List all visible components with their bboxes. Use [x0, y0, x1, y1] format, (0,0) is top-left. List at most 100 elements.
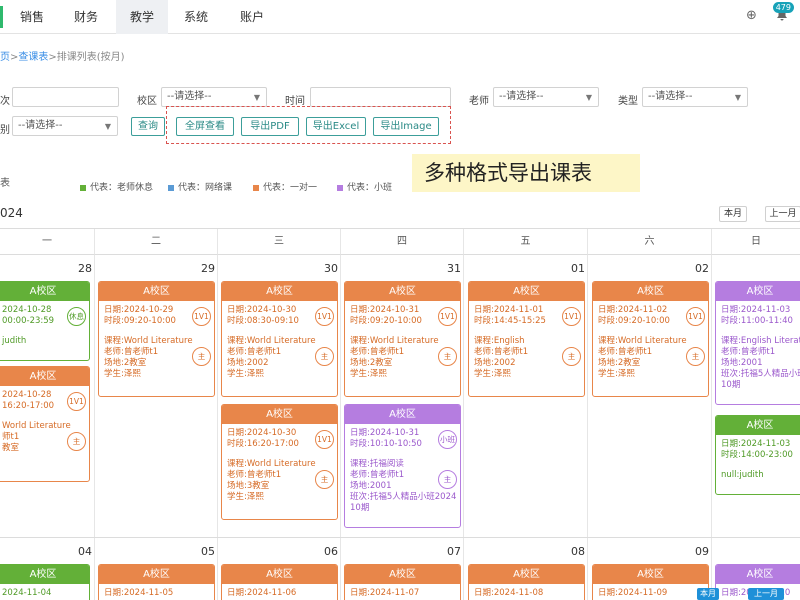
campus-select[interactable]: --请选择-- ▼	[161, 87, 267, 107]
day-number: 07	[447, 545, 461, 558]
legend-small-class: 代表：小班	[337, 180, 392, 193]
card-student: 学生:泽熙	[598, 369, 635, 379]
event-card-one-on-one[interactable]: A校区 日期:2024-11-02 时段:09:20-10:00 课程:Worl…	[592, 281, 709, 397]
card-class: 班次:托福5人精品小班	[721, 369, 800, 379]
export-pdf-button[interactable]: 导出PDF	[241, 117, 299, 136]
nav-teaching[interactable]: 教学	[116, 0, 168, 34]
fullscreen-button[interactable]: 全屏查看	[176, 117, 234, 136]
event-card-one-on-one[interactable]: A校区 日期:2024-10-29 时段:09:20-10:00 课程:Worl…	[98, 281, 215, 397]
card-campus: A校区	[345, 405, 460, 424]
breadcrumb-current: >排课列表(按月)	[48, 52, 125, 63]
export-callout: 多种格式导出课表	[412, 154, 640, 192]
weekday-mon: 一	[0, 229, 95, 255]
legend-teacher-rest: 代表：老师休息	[80, 180, 153, 193]
event-card-small-class[interactable]: A校区 日期:2024-11-03 时段:11:00-11:40 课程:Engl…	[715, 281, 800, 405]
day-number: 08	[571, 545, 585, 558]
export-image-button[interactable]: 导出Image	[373, 117, 439, 136]
card-campus: A校区	[222, 282, 337, 301]
bell-icon[interactable]: 479	[772, 2, 794, 25]
first-filter-input[interactable]	[12, 87, 119, 107]
calendar-year: 024	[0, 206, 23, 220]
float-current-month-button[interactable]: 本月	[697, 588, 719, 600]
nav-system[interactable]: 系统	[172, 0, 220, 34]
teacher-select[interactable]: --请选择-- ▼	[493, 87, 599, 107]
main-chip: 主	[67, 432, 86, 451]
card-campus: A校区	[99, 565, 214, 584]
export-excel-button[interactable]: 导出Excel	[306, 117, 366, 136]
card-date: 日期:2024-11-07	[350, 588, 420, 598]
event-card-one-on-one[interactable]: A校区 日期:2024-11-01 时段:14:45-15:25 课程:Engl…	[468, 281, 585, 397]
event-card-one-on-one[interactable]: A校区 2024-10-28 16:20-17:00 World Literat…	[0, 366, 90, 482]
event-card-one-on-one[interactable]: A校区 日期:2024-11-08	[468, 564, 585, 600]
event-card-one-on-one[interactable]: A校区 日期:2024-11-05	[98, 564, 215, 600]
breadcrumb: 页>查课表>排课列表(按月)	[0, 52, 125, 63]
main-chip: 主	[562, 347, 581, 366]
nav-finance[interactable]: 财务	[62, 0, 110, 34]
event-card-one-on-one[interactable]: A校区 日期:2024-11-07	[344, 564, 461, 600]
one-on-one-chip: 1V1	[438, 307, 457, 326]
event-card-small-class[interactable]: A校区 日期:2024-10-31 时段:10:10-10:50 课程:托福阅读…	[344, 404, 461, 528]
card-class-term: 10期	[350, 503, 370, 513]
card-campus: A校区	[469, 282, 584, 301]
prev-month-button[interactable]: 上一月	[765, 206, 800, 222]
legend-one-on-one: 代表：一对一	[253, 180, 317, 193]
card-campus: A校区	[593, 565, 708, 584]
card-course: 课程:World Literature	[350, 336, 439, 346]
card-course: 课程:托福阅读	[350, 459, 404, 469]
nav-account[interactable]: 账户	[228, 0, 276, 34]
legend-swatch	[337, 184, 343, 191]
nav-sales[interactable]: 销售	[8, 0, 56, 34]
day-number: 04	[78, 545, 92, 558]
one-on-one-chip: 1V1	[192, 307, 211, 326]
second-select-value: --请选择--	[18, 120, 63, 131]
card-teacher: null:judith	[721, 470, 764, 480]
type-select[interactable]: --请选择-- ▼	[642, 87, 748, 107]
card-student: 学生:泽熙	[350, 369, 387, 379]
card-class: 班次:托福5人精品小班2024	[350, 492, 457, 502]
day-number: 09	[695, 545, 709, 558]
event-card-one-on-one[interactable]: A校区 日期:2024-10-30 时段:16:20-17:00 课程:Worl…	[221, 404, 338, 520]
event-card-one-on-one[interactable]: A校区 日期:2024-11-06	[221, 564, 338, 600]
chevron-down-icon: ▼	[253, 93, 260, 102]
event-card-teacher-rest[interactable]: A校区 2024-10-28 00:00-23:59 judith 休息	[0, 281, 90, 361]
main-chip: 主	[315, 347, 334, 366]
card-room: 场地:2001	[721, 358, 763, 368]
teacher-label: 老师	[469, 96, 489, 107]
filter-label-first: 次	[0, 96, 10, 107]
main-chip: 主	[315, 470, 334, 489]
event-card-one-on-one[interactable]: A校区 日期:2024-10-31 时段:09:20-10:00 课程:Worl…	[344, 281, 461, 397]
float-prev-month-button[interactable]: 上一月	[748, 588, 784, 600]
campus-label: 校区	[137, 96, 157, 107]
card-campus: A校区	[345, 565, 460, 584]
one-on-one-chip: 1V1	[686, 307, 705, 326]
event-card-teacher-rest[interactable]: A校区 2024-11-04	[0, 564, 90, 600]
crosshair-icon[interactable]: ⊕	[746, 8, 757, 23]
query-button[interactable]: 查询	[131, 117, 165, 136]
event-card-one-on-one[interactable]: A校区 日期:2024-11-09	[592, 564, 709, 600]
card-date: 日期:2024-11-08	[474, 588, 544, 598]
day-number: 29	[201, 262, 215, 275]
time-input[interactable]	[310, 87, 451, 107]
card-campus: A校区	[469, 565, 584, 584]
card-campus: A校区	[593, 282, 708, 301]
event-card-one-on-one[interactable]: A校区 日期:2024-10-30 时段:08:30-09:10 课程:Worl…	[221, 281, 338, 397]
second-select[interactable]: --请选择-- ▼	[12, 116, 118, 136]
time-label: 时间	[285, 96, 305, 107]
small-class-chip: 小班	[438, 430, 457, 449]
card-campus: A校区	[0, 367, 89, 386]
breadcrumb-home[interactable]: 页	[0, 52, 10, 63]
weekday-sat: 六	[588, 229, 712, 255]
card-course: 课程:English	[474, 336, 525, 346]
card-campus: A校区	[99, 282, 214, 301]
breadcrumb-course-query[interactable]: 查课表	[18, 52, 48, 63]
current-month-button[interactable]: 本月	[719, 206, 747, 222]
one-on-one-chip: 1V1	[562, 307, 581, 326]
event-card-teacher-rest[interactable]: A校区 日期:2024-11-03 时段:14:00-23:00 null:ju…	[715, 415, 800, 495]
weekday-wed: 三	[218, 229, 341, 255]
day-number: 30	[324, 262, 338, 275]
card-course: 课程:World Literature	[104, 336, 193, 346]
main-chip: 主	[438, 470, 457, 489]
rest-chip: 休息	[67, 307, 86, 326]
card-date: 日期:2024-11-09	[598, 588, 668, 598]
one-on-one-chip: 1V1	[67, 392, 86, 411]
